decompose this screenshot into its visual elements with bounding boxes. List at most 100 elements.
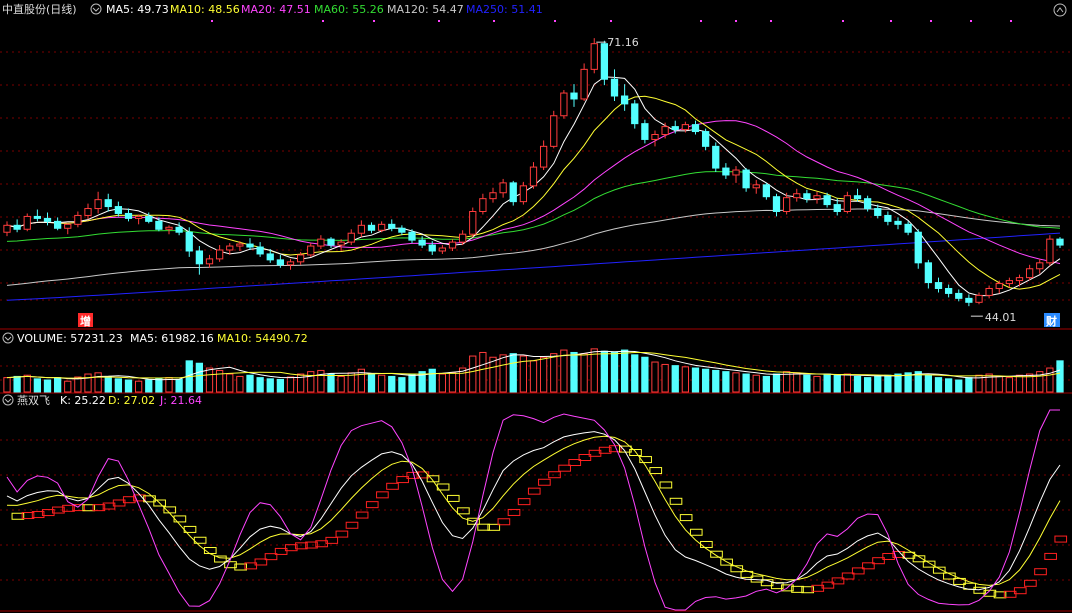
event-marker — [735, 20, 737, 22]
volume-bar — [266, 378, 274, 393]
candle-down — [124, 212, 133, 219]
candle-up — [469, 210, 477, 235]
volume-bar — [114, 378, 123, 393]
candle — [195, 246, 204, 275]
candle — [742, 168, 750, 192]
candle — [509, 180, 517, 206]
candle-up — [438, 247, 447, 252]
candle — [570, 84, 578, 107]
volume-bar — [317, 369, 325, 393]
candle-down — [246, 243, 254, 248]
volume-bar — [560, 349, 568, 393]
candle-up — [479, 198, 487, 212]
candle — [114, 201, 123, 217]
candle — [884, 211, 892, 226]
candle — [1046, 235, 1054, 266]
stair-up — [1054, 535, 1068, 543]
candle-down — [1056, 238, 1064, 246]
volume-bar — [94, 372, 102, 393]
stair-down — [710, 550, 723, 558]
stock-chart[interactable]: 71.16 44.01 增 财 中直股份(日线) MA5: 49.73 MA10… — [0, 0, 1072, 613]
legend-ma120: MA120: 54.47 — [387, 3, 464, 16]
candle — [479, 193, 487, 215]
event-marker — [211, 20, 213, 22]
candle-down — [631, 103, 639, 125]
volume-bar — [580, 353, 588, 393]
candle-down — [914, 231, 922, 264]
stair-up — [376, 491, 389, 499]
stair-down — [457, 507, 470, 515]
ma250-line — [6, 232, 1061, 301]
volume-bar — [884, 374, 892, 393]
candle-down — [712, 145, 720, 169]
candle — [337, 239, 345, 251]
candle — [398, 225, 406, 236]
volume-bar — [3, 377, 11, 393]
candle-down — [894, 220, 902, 225]
candle-up — [317, 238, 325, 247]
candle-down — [185, 231, 193, 252]
legend-ma250: MA250: 51.41 — [466, 3, 543, 16]
volume-bar — [722, 371, 730, 393]
event-marker — [373, 20, 375, 22]
volume-bar — [276, 378, 285, 393]
candle — [286, 258, 295, 270]
volume-bar — [246, 374, 254, 393]
candle-down — [13, 224, 21, 230]
candle — [1015, 274, 1024, 287]
candle — [357, 220, 366, 238]
candle-up — [307, 245, 315, 256]
event-marker — [842, 20, 844, 22]
volume-collapse-icon[interactable] — [2, 332, 14, 344]
volume-bar — [641, 356, 649, 393]
volume-panel — [3, 348, 1064, 393]
candle-up — [813, 195, 821, 200]
candle-up — [215, 249, 224, 260]
candle-up — [752, 184, 760, 189]
candle-up — [84, 208, 92, 216]
candle — [701, 128, 710, 151]
candle — [1056, 237, 1064, 249]
price-header: 中直股份(日线) MA5: 49.73 MA10: 48.56 MA20: 47… — [0, 0, 1072, 18]
candle-up — [205, 258, 214, 265]
candle — [631, 99, 639, 129]
stair-up — [538, 478, 551, 486]
candle — [671, 120, 679, 134]
candle-down — [155, 220, 163, 230]
volume-bar — [256, 377, 264, 393]
candle-up — [793, 193, 801, 199]
candle-down — [408, 231, 416, 241]
candle-up — [134, 215, 143, 219]
candle — [914, 229, 922, 269]
candle-up — [165, 226, 173, 230]
volume-bar — [448, 372, 457, 393]
candle — [134, 214, 143, 225]
candle-up — [732, 169, 740, 176]
candle — [519, 181, 528, 205]
volume-bar — [438, 373, 447, 393]
candle-up — [1025, 268, 1034, 279]
j-path — [6, 409, 1060, 611]
legend-volume-ma5: MA5: 61982.16 — [130, 332, 214, 345]
candle-down — [955, 292, 963, 299]
volume-bar — [651, 361, 659, 393]
indicator-collapse-icon[interactable] — [2, 394, 14, 406]
candle-down — [691, 124, 700, 133]
candle-down — [803, 193, 811, 200]
volume-bar — [823, 373, 831, 393]
candle-down — [874, 208, 882, 216]
candle-down — [428, 244, 436, 252]
volume-bar — [388, 375, 396, 393]
candle — [590, 38, 598, 74]
volume-bar — [367, 373, 376, 393]
stair-down — [669, 497, 683, 505]
candle-down — [388, 223, 396, 229]
volume-bar — [712, 369, 720, 393]
candle-down — [509, 182, 517, 203]
candle — [388, 219, 396, 232]
candle — [843, 191, 852, 214]
candle — [965, 294, 973, 307]
chart-title: 中直股份(日线) — [2, 2, 77, 16]
indicator-name: 燕双飞 — [17, 394, 50, 407]
stair-up — [527, 487, 541, 495]
